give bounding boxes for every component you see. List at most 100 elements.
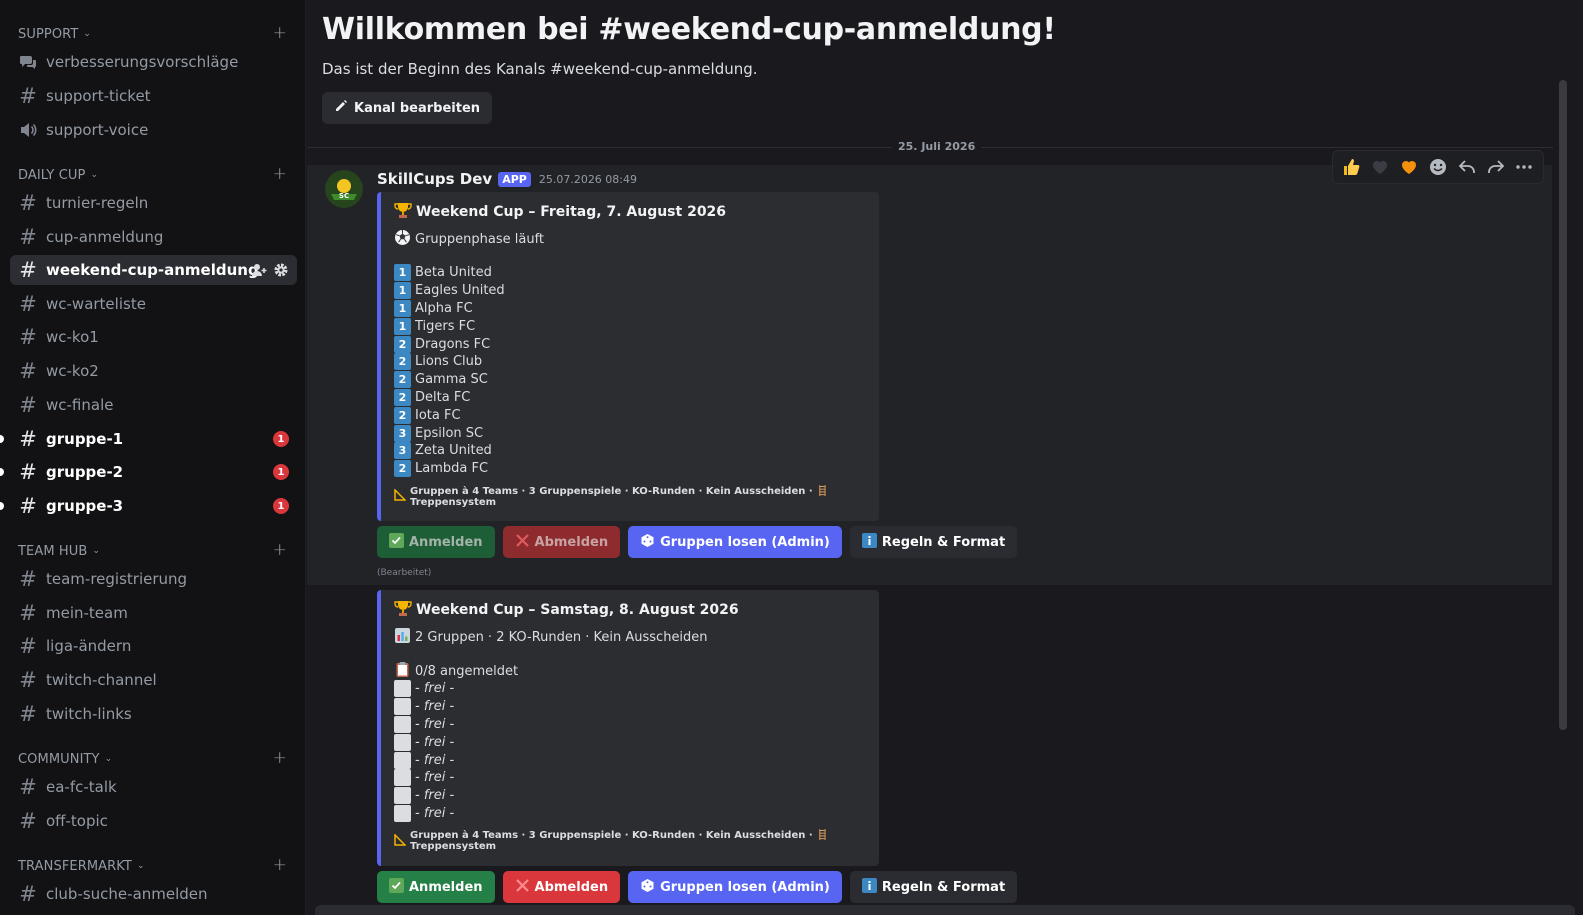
gruppen-losen-label: Gruppen losen (Admin) xyxy=(660,534,830,550)
regeln-format-button[interactable]: Regeln & Format xyxy=(849,871,1018,903)
reply-icon[interactable] xyxy=(1455,155,1479,179)
category-support[interactable]: SUPPORT ⌄ + xyxy=(18,23,295,44)
add-channel-icon[interactable]: + xyxy=(273,23,287,43)
group-number-keycap: 2 xyxy=(394,335,411,353)
abmelden-label: Abmelden xyxy=(534,879,609,895)
hash-icon: # xyxy=(19,191,37,215)
hash-icon: # xyxy=(19,601,37,625)
channel-support-voice[interactable]: support-voice xyxy=(10,115,297,145)
channel-twitch-channel[interactable]: # twitch-channel xyxy=(10,665,297,695)
channel-liga-aendern[interactable]: # liga-ändern xyxy=(10,631,297,661)
channel-gruppe-3[interactable]: # gruppe-3 1 xyxy=(0,491,297,521)
channel-ea-fc-talk[interactable]: # ea-fc-talk xyxy=(10,772,297,802)
message-area: Willkommen bei #weekend-cup-anmeldung! D… xyxy=(307,0,1583,915)
embed-footer: Gruppen à 4 Teams · 3 Gruppenspiele · KO… xyxy=(394,486,865,508)
channel-off-topic[interactable]: # off-topic xyxy=(10,806,297,836)
black-heart-icon[interactable] xyxy=(1368,155,1392,179)
add-member-icon[interactable] xyxy=(251,262,267,282)
hash-icon: # xyxy=(19,809,37,833)
slot-row: - frei - xyxy=(394,680,865,698)
team-name: Lambda FC xyxy=(415,461,489,477)
embed-description: 2 Gruppen · 2 KO-Runden · Kein Ausscheid… xyxy=(394,627,865,648)
channel-support-ticket[interactable]: # support-ticket xyxy=(10,81,297,111)
hash-icon: # xyxy=(19,325,37,349)
hash-icon: # xyxy=(19,668,37,692)
gruppen-losen-button[interactable]: Gruppen losen (Admin) xyxy=(628,526,842,558)
more-icon[interactable] xyxy=(1512,155,1536,179)
channel-wc-warteliste[interactable]: # wc-warteliste xyxy=(10,289,297,319)
category-daily-cup[interactable]: DAILY CUP ⌄ + xyxy=(18,164,295,185)
orange-heart-icon[interactable] xyxy=(1397,155,1421,179)
white-square-icon xyxy=(394,733,411,751)
category-label: TRANSFERMARKT xyxy=(18,858,132,874)
channel-cup-anmeldung[interactable]: # cup-anmeldung xyxy=(10,222,297,252)
check-icon xyxy=(389,877,404,897)
group-number-keycap: 1 xyxy=(394,299,411,317)
slot-row: - frei - xyxy=(394,787,865,805)
bar-chart-icon xyxy=(394,627,411,648)
regeln-format-button[interactable]: Regeln & Format xyxy=(849,526,1018,558)
message-timestamp: 25.07.2026 08:49 xyxy=(538,172,638,186)
embed-description: Gruppenphase läuft xyxy=(394,229,865,248)
channel-verbesserungsvorschlaege[interactable]: verbesserungsvorschläge xyxy=(10,47,297,77)
channel-label: team-registrierung xyxy=(46,570,188,588)
slot-label: - frei - xyxy=(415,805,455,821)
anmelden-button[interactable]: Anmelden xyxy=(377,871,495,903)
channel-label: club-suche-anmelden xyxy=(46,885,208,903)
channel-wc-ko2[interactable]: # wc-ko2 xyxy=(10,356,297,386)
abmelden-button[interactable]: Abmelden xyxy=(502,871,621,903)
edit-channel-button[interactable]: Kanal bearbeiten xyxy=(322,92,493,124)
info-icon xyxy=(861,877,877,897)
anmelden-button[interactable]: Anmelden xyxy=(377,526,495,558)
unread-indicator xyxy=(0,468,4,476)
welcome-subtitle: Das ist der Beginn des Kanals #weekend-c… xyxy=(322,60,758,78)
channel-turnier-regeln[interactable]: # turnier-regeln xyxy=(10,188,297,218)
group-number-keycap: 2 xyxy=(394,460,411,478)
add-reaction-icon[interactable] xyxy=(1426,155,1450,179)
hash-icon: # xyxy=(19,292,37,316)
category-label: SUPPORT xyxy=(18,26,79,42)
category-community[interactable]: COMMUNITY ⌄ + xyxy=(18,748,295,769)
avatar[interactable]: SC xyxy=(325,170,363,208)
registration-count-text: 0/8 angemeldet xyxy=(415,663,519,679)
channel-weekend-cup-anmeldung[interactable]: # weekend-cup-anmeldung xyxy=(10,255,297,285)
gear-icon[interactable] xyxy=(273,262,289,282)
cross-icon xyxy=(515,533,530,552)
team-name: Iota FC xyxy=(415,407,461,423)
gruppen-losen-button[interactable]: Gruppen losen (Admin) xyxy=(628,871,842,903)
svg-text:SC: SC xyxy=(339,192,349,200)
slot-row: - frei - xyxy=(394,698,865,716)
team-name: Alpha FC xyxy=(415,300,473,316)
channel-team-registrierung[interactable]: # team-registrierung xyxy=(10,564,297,594)
category-transfermarkt[interactable]: TRANSFERMARKT ⌄ + xyxy=(18,855,295,876)
hash-icon: # xyxy=(19,460,37,484)
message-header: SkillCups Dev APP 25.07.2026 08:49 xyxy=(377,170,637,188)
author-name[interactable]: SkillCups Dev xyxy=(377,170,492,188)
channel-club-suche-anmelden[interactable]: # club-suche-anmelden xyxy=(10,879,297,909)
channel-wc-finale[interactable]: # wc-finale xyxy=(10,390,297,420)
hash-icon: # xyxy=(19,427,37,451)
team-name: Gamma SC xyxy=(415,372,488,388)
add-channel-icon[interactable]: + xyxy=(273,748,287,768)
scrollbar[interactable] xyxy=(1559,80,1567,730)
chevron-down-icon: ⌄ xyxy=(83,29,92,39)
button-row-friday: Anmelden Abmelden Gruppen losen (Admin) … xyxy=(377,526,1018,558)
add-channel-icon[interactable]: + xyxy=(273,540,287,560)
registration-count: 0/8 angemeldet xyxy=(394,661,865,680)
team-name: Tigers FC xyxy=(415,318,476,334)
channel-mein-team[interactable]: # mein-team xyxy=(10,598,297,628)
channel-gruppe-2[interactable]: # gruppe-2 1 xyxy=(0,457,297,487)
abmelden-button[interactable]: Abmelden xyxy=(502,526,621,558)
add-channel-icon[interactable]: + xyxy=(273,855,287,875)
team-name: Delta FC xyxy=(415,389,471,405)
forward-icon[interactable] xyxy=(1484,155,1508,179)
thumbs-up-icon[interactable] xyxy=(1339,155,1363,179)
anmelden-label: Anmelden xyxy=(409,534,483,550)
add-channel-icon[interactable]: + xyxy=(273,164,287,184)
message-input-edge[interactable] xyxy=(315,905,1575,915)
channel-wc-ko1[interactable]: # wc-ko1 xyxy=(10,322,297,352)
channel-gruppe-1[interactable]: # gruppe-1 1 xyxy=(0,424,297,454)
category-team-hub[interactable]: TEAM HUB ⌄ + xyxy=(18,540,295,561)
group-number-keycap: 2 xyxy=(394,371,411,389)
channel-twitch-links[interactable]: # twitch-links xyxy=(10,699,297,729)
